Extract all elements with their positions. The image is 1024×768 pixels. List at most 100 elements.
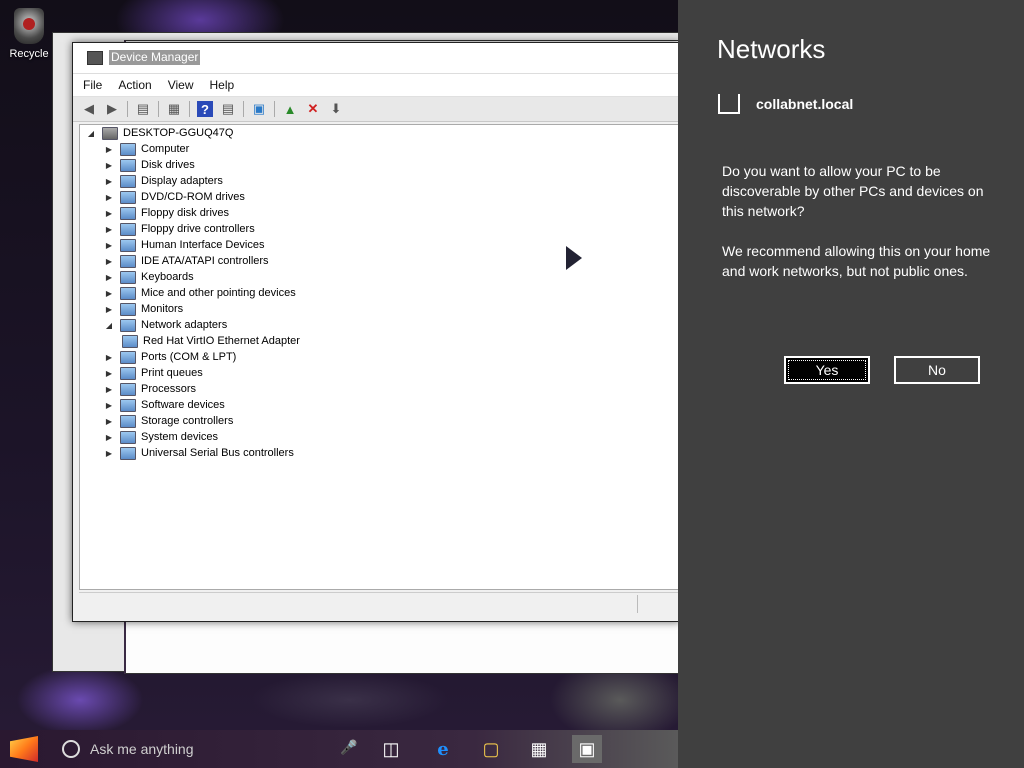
menu-help[interactable]: Help	[210, 78, 235, 92]
tree-item-label: IDE ATA/ATAPI controllers	[141, 255, 269, 267]
tree-category-item[interactable]: ▶ Floppy drive controllers	[80, 221, 678, 237]
task-view-icon[interactable]: ◫	[376, 735, 406, 763]
expand-arrow-icon[interactable]: ▶	[104, 401, 114, 410]
tree-category-item[interactable]: ◢ Network adapters	[80, 317, 678, 333]
device-category-icon	[120, 414, 136, 428]
expand-arrow-icon[interactable]: ▶	[104, 433, 114, 442]
expand-arrow-icon[interactable]: ▶	[104, 353, 114, 362]
expand-arrow-icon[interactable]: ▶	[104, 209, 114, 218]
device-manager-icon	[87, 51, 103, 65]
expand-arrow-icon[interactable]: ▶	[104, 257, 114, 266]
expand-arrow-icon[interactable]: ▶	[104, 369, 114, 378]
tree-category-item[interactable]: ▶ Print queues	[80, 365, 678, 381]
device-category-icon	[120, 254, 136, 268]
expand-arrow-icon[interactable]: ▶	[104, 417, 114, 426]
expand-arrow-icon[interactable]: ▶	[104, 385, 114, 394]
show-hide-console-tree-icon[interactable]: ▤	[135, 101, 151, 117]
view-icon[interactable]: ▤	[220, 101, 236, 117]
mouse-cursor-icon	[566, 246, 582, 270]
edge-browser-icon[interactable]: e	[428, 735, 458, 763]
tree-category-item[interactable]: ▶ IDE ATA/ATAPI controllers	[80, 253, 678, 269]
tree-item-label: Software devices	[141, 399, 225, 411]
tree-category-item[interactable]: ▶ Storage controllers	[80, 413, 678, 429]
collapse-arrow-icon[interactable]: ◢	[86, 129, 96, 138]
tree-category-item[interactable]: ▶ Monitors	[80, 301, 678, 317]
toolbar-separator	[127, 101, 128, 117]
expand-arrow-icon[interactable]: ▶	[104, 289, 114, 298]
tree-category-item[interactable]: ▶ Disk drives	[80, 157, 678, 173]
tree-category-item[interactable]: ▶ Computer	[80, 141, 678, 157]
status-divider	[637, 595, 638, 613]
search-placeholder: Ask me anything	[90, 741, 194, 757]
expand-arrow-icon[interactable]: ▶	[104, 225, 114, 234]
back-icon[interactable]: ◀	[81, 101, 97, 117]
tree-category-item[interactable]: ▶ Ports (COM & LPT)	[80, 349, 678, 365]
tree-item-label: Storage controllers	[141, 415, 234, 427]
network-row: collabnet.local	[718, 94, 853, 114]
device-category-icon	[120, 270, 136, 284]
forward-icon[interactable]: ▶	[104, 101, 120, 117]
device-manager-window[interactable]: Device Manager File Action View Help ◀ ▶…	[72, 42, 678, 622]
tree-category-item[interactable]: ▶ Display adapters	[80, 173, 678, 189]
tree-category-item[interactable]: ▶ Software devices	[80, 397, 678, 413]
tree-category-item[interactable]: ▶ Mice and other pointing devices	[80, 285, 678, 301]
expand-arrow-icon[interactable]: ▶	[104, 177, 114, 186]
device-manager-taskbar-icon[interactable]: ▣	[572, 735, 602, 763]
tree-item-label: Human Interface Devices	[141, 239, 265, 251]
scan-hardware-icon[interactable]: ⬇	[328, 101, 344, 117]
tree-category-item[interactable]: ▶ DVD/CD-ROM drives	[80, 189, 678, 205]
file-explorer-icon[interactable]: ▢	[476, 735, 506, 763]
taskbar: Ask me anything 🎤 ◫ e ▢ ▦ ▣	[0, 730, 678, 768]
discovery-question: Do you want to allow your PC to be disco…	[722, 163, 984, 219]
recycle-bin-shortcut[interactable]: Recycle	[4, 8, 54, 60]
tree-item-label: Monitors	[141, 303, 184, 315]
desktop: Recycle Device Manager File Action View …	[0, 0, 678, 730]
menu-action[interactable]: Action	[118, 78, 151, 92]
expand-arrow-icon[interactable]: ▶	[104, 305, 114, 314]
properties-icon[interactable]: ▦	[166, 101, 182, 117]
tree-child-item[interactable]: Red Hat VirtIO Ethernet Adapter	[80, 333, 678, 349]
tree-category-item[interactable]: ▶ Floppy disk drives	[80, 205, 678, 221]
no-button[interactable]: No	[894, 356, 980, 384]
device-category-icon	[120, 142, 136, 156]
tree-item-label: Universal Serial Bus controllers	[141, 447, 294, 459]
search-box[interactable]: Ask me anything	[54, 735, 364, 763]
update-driver-icon[interactable]: ▲	[282, 101, 298, 117]
menu-file[interactable]: File	[83, 78, 102, 92]
monitor-icon[interactable]: ▣	[251, 101, 267, 117]
tree-category-item[interactable]: ▶ Universal Serial Bus controllers	[80, 445, 678, 461]
expand-arrow-icon[interactable]: ▶	[104, 241, 114, 250]
tree-root[interactable]: ◢ DESKTOP-GGUQ47Q	[80, 125, 678, 141]
title-bar[interactable]: Device Manager	[73, 43, 678, 74]
tree-category-item[interactable]: ▶ System devices	[80, 429, 678, 445]
cortana-icon	[62, 740, 80, 758]
toolbar: ◀ ▶ ▤ ▦ ? ▤ ▣ ▲ ✕ ⬇	[73, 97, 678, 122]
tree-item-label: Ports (COM & LPT)	[141, 351, 237, 363]
tree-category-item[interactable]: ▶ Keyboards	[80, 269, 678, 285]
expand-arrow-icon[interactable]: ▶	[104, 145, 114, 154]
tree-category-item[interactable]: ▶ Human Interface Devices	[80, 237, 678, 253]
microphone-icon[interactable]: 🎤	[340, 739, 357, 756]
networks-title: Networks	[717, 34, 826, 64]
tree-items: ▶ Computer ▶ Disk drives ▶ Display adapters ▶ D…	[80, 141, 678, 461]
menu-view[interactable]: View	[168, 78, 194, 92]
device-tree[interactable]: ◢ DESKTOP-GGUQ47Q ▶ Computer ▶ Disk drives ▶…	[79, 124, 678, 590]
collapse-arrow-icon[interactable]: ◢	[104, 321, 114, 330]
expand-arrow-icon[interactable]: ▶	[104, 161, 114, 170]
device-category-icon	[120, 190, 136, 204]
tree-item-label: Floppy disk drives	[141, 207, 230, 219]
yes-button[interactable]: Yes	[784, 356, 870, 384]
uninstall-icon[interactable]: ✕	[305, 101, 321, 117]
device-category-icon	[120, 430, 136, 444]
toolbar-separator	[158, 101, 159, 117]
store-icon[interactable]: ▦	[524, 735, 554, 763]
start-button[interactable]	[10, 736, 38, 762]
expand-arrow-icon[interactable]: ▶	[104, 193, 114, 202]
recycle-bin-icon	[14, 8, 44, 44]
device-category-icon	[120, 286, 136, 300]
expand-arrow-icon[interactable]: ▶	[104, 273, 114, 282]
device-category-icon	[120, 174, 136, 188]
expand-arrow-icon[interactable]: ▶	[104, 449, 114, 458]
help-icon[interactable]: ?	[197, 101, 213, 117]
tree-category-item[interactable]: ▶ Processors	[80, 381, 678, 397]
